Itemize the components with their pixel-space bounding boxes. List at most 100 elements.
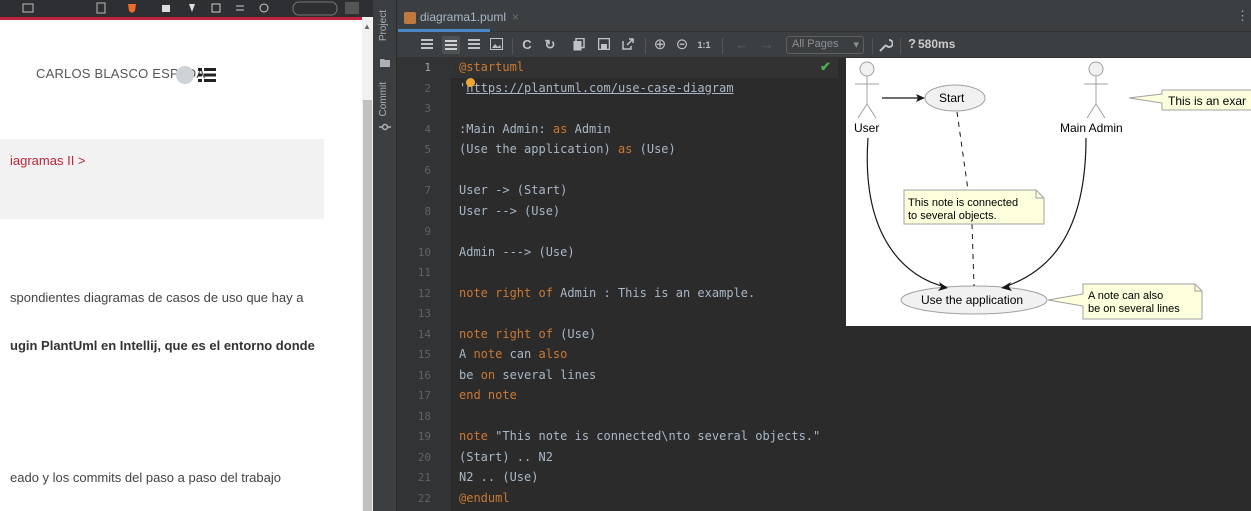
brave-icon[interactable] bbox=[126, 2, 138, 14]
line-number: 12 bbox=[417, 286, 431, 300]
line-number: 7 bbox=[424, 184, 431, 197]
code-line[interactable]: note right of (Use) bbox=[459, 327, 596, 341]
code-line[interactable]: (Use the application) as (Use) bbox=[459, 142, 676, 156]
refresh-icon[interactable]: ↻ bbox=[543, 36, 557, 54]
toolbar-separator bbox=[872, 38, 873, 54]
minimize-icon[interactable] bbox=[345, 2, 359, 14]
tool-window-strip: Project Commit bbox=[373, 0, 397, 511]
code-token: @startuml bbox=[459, 60, 525, 74]
save-icon[interactable] bbox=[598, 38, 610, 50]
code-line[interactable]: User -> (Start) bbox=[459, 183, 567, 197]
code-line[interactable]: :Main Admin: as Admin bbox=[459, 122, 611, 136]
align-split-icon[interactable] bbox=[442, 36, 460, 54]
note-connected-line1: This note is connected bbox=[908, 197, 1018, 209]
line-number: 21 bbox=[417, 471, 431, 484]
breadcrumb-panel bbox=[0, 139, 324, 219]
commit-tool-tab[interactable]: Commit bbox=[378, 82, 389, 116]
code-line[interactable]: 'https://plantuml.com/use-case-diagram bbox=[459, 81, 734, 95]
toolbar-separator bbox=[512, 38, 513, 54]
code-line[interactable]: @startuml bbox=[459, 60, 524, 74]
note-admin-label: This is an exar bbox=[1168, 94, 1246, 108]
hamburger-menu-icon[interactable] bbox=[198, 68, 216, 82]
page-icon[interactable] bbox=[95, 2, 107, 14]
align-left-icon[interactable] bbox=[420, 38, 434, 50]
forward-icon[interactable]: → bbox=[760, 36, 774, 54]
avatar[interactable] bbox=[176, 66, 194, 84]
browser-pane: CARLOS BLASCO ESPADA iagramas II > spond… bbox=[0, 0, 373, 511]
code-token: A bbox=[459, 347, 474, 361]
code-line[interactable]: end note bbox=[459, 388, 517, 402]
open-external-icon[interactable] bbox=[622, 38, 634, 50]
line-number: 14 bbox=[417, 327, 431, 341]
line-number: 16 bbox=[417, 368, 431, 382]
code-token: (Use the application) bbox=[459, 142, 618, 156]
image-icon[interactable] bbox=[490, 38, 503, 50]
window-icon[interactable] bbox=[22, 2, 34, 14]
project-tool-tab[interactable]: Project bbox=[378, 10, 389, 41]
scroll-up-icon[interactable]: ▲ bbox=[363, 22, 371, 31]
lightbulb-icon[interactable] bbox=[466, 78, 475, 87]
pin-icon[interactable] bbox=[186, 2, 198, 14]
code-line[interactable]: note "This note is connected\nto several… bbox=[459, 429, 820, 443]
actual-size-icon[interactable]: 1:1 bbox=[695, 36, 713, 54]
code-token: as bbox=[552, 121, 568, 136]
code-line[interactable]: (Start) .. N2 bbox=[459, 450, 553, 464]
note-link-start bbox=[956, 111, 969, 191]
line-number: 8 bbox=[424, 204, 431, 218]
code-token: "This note is connected\nto several obje… bbox=[487, 429, 821, 443]
zoom-in-icon[interactable]: ⊕ bbox=[652, 36, 668, 54]
code-line[interactable]: N2 .. (Use) bbox=[459, 470, 538, 484]
render-time: 580ms bbox=[918, 37, 956, 51]
close-icon[interactable]: × bbox=[512, 10, 519, 24]
reload-icon[interactable]: C bbox=[520, 36, 534, 54]
puml-file-icon bbox=[404, 12, 416, 24]
code-line[interactable]: A note can also bbox=[459, 347, 567, 361]
code-token: Admin bbox=[567, 121, 611, 136]
menu-icon[interactable] bbox=[234, 2, 246, 14]
more-options-icon[interactable]: ⋮ bbox=[1236, 8, 1249, 24]
actor-user-label: User bbox=[854, 121, 879, 135]
code-line[interactable]: @enduml bbox=[459, 491, 510, 505]
code-token: :Main Admin: bbox=[459, 121, 553, 136]
code-line[interactable]: note right of Admin : This is an example… bbox=[459, 286, 755, 300]
line-number: 10 bbox=[417, 245, 431, 259]
code-line[interactable]: Admin ---> (Use) bbox=[459, 245, 575, 259]
help-icon[interactable]: ? bbox=[908, 36, 916, 51]
browser-toolbar bbox=[0, 0, 373, 20]
code-token: User --> (Use) bbox=[459, 203, 561, 218]
back-icon[interactable]: ← bbox=[735, 36, 749, 54]
note-link-use bbox=[971, 223, 975, 287]
align-center-icon[interactable] bbox=[467, 38, 481, 50]
code-token: several lines bbox=[495, 367, 597, 382]
line-number: 13 bbox=[417, 307, 431, 320]
code-line[interactable]: be on several lines bbox=[459, 368, 596, 382]
copy-icon[interactable] bbox=[573, 38, 585, 51]
code-line[interactable]: User --> (Use) bbox=[459, 204, 560, 218]
extension-icon[interactable] bbox=[160, 2, 172, 14]
commit-icon[interactable] bbox=[379, 122, 391, 132]
wrench-icon[interactable] bbox=[878, 38, 893, 53]
scrollbar-thumb[interactable] bbox=[363, 100, 372, 511]
line-number: 9 bbox=[424, 225, 431, 238]
line-number: 22 bbox=[417, 491, 431, 505]
code-token: (Use) bbox=[632, 142, 676, 156]
pages-select[interactable]: All Pages ▾ bbox=[786, 36, 864, 54]
address-pill[interactable] bbox=[292, 1, 338, 16]
toolbar-separator bbox=[645, 38, 646, 54]
accent-bar bbox=[0, 17, 362, 20]
code-token: https://plantuml.com/use-case-diagram bbox=[466, 80, 734, 95]
code-token: Admin ---> (Use) bbox=[459, 244, 575, 259]
usecase-start-label: Start bbox=[939, 91, 965, 105]
code-token: Admin : This is an example. bbox=[552, 285, 756, 300]
code-token: also bbox=[538, 347, 568, 361]
code-token: note right of bbox=[459, 326, 553, 341]
bookmark-icon[interactable] bbox=[210, 2, 222, 14]
line-number: 6 bbox=[424, 163, 431, 177]
folder-icon[interactable] bbox=[380, 58, 390, 67]
profile-icon[interactable] bbox=[258, 2, 270, 14]
zoom-out-icon[interactable]: ⊝ bbox=[674, 36, 690, 54]
breadcrumb-link[interactable]: iagramas II > bbox=[10, 153, 86, 168]
actor-admin: Main Admin bbox=[1060, 61, 1123, 135]
line-number: 1 bbox=[424, 61, 431, 74]
code-token: N2 .. (Use) bbox=[459, 470, 539, 484]
